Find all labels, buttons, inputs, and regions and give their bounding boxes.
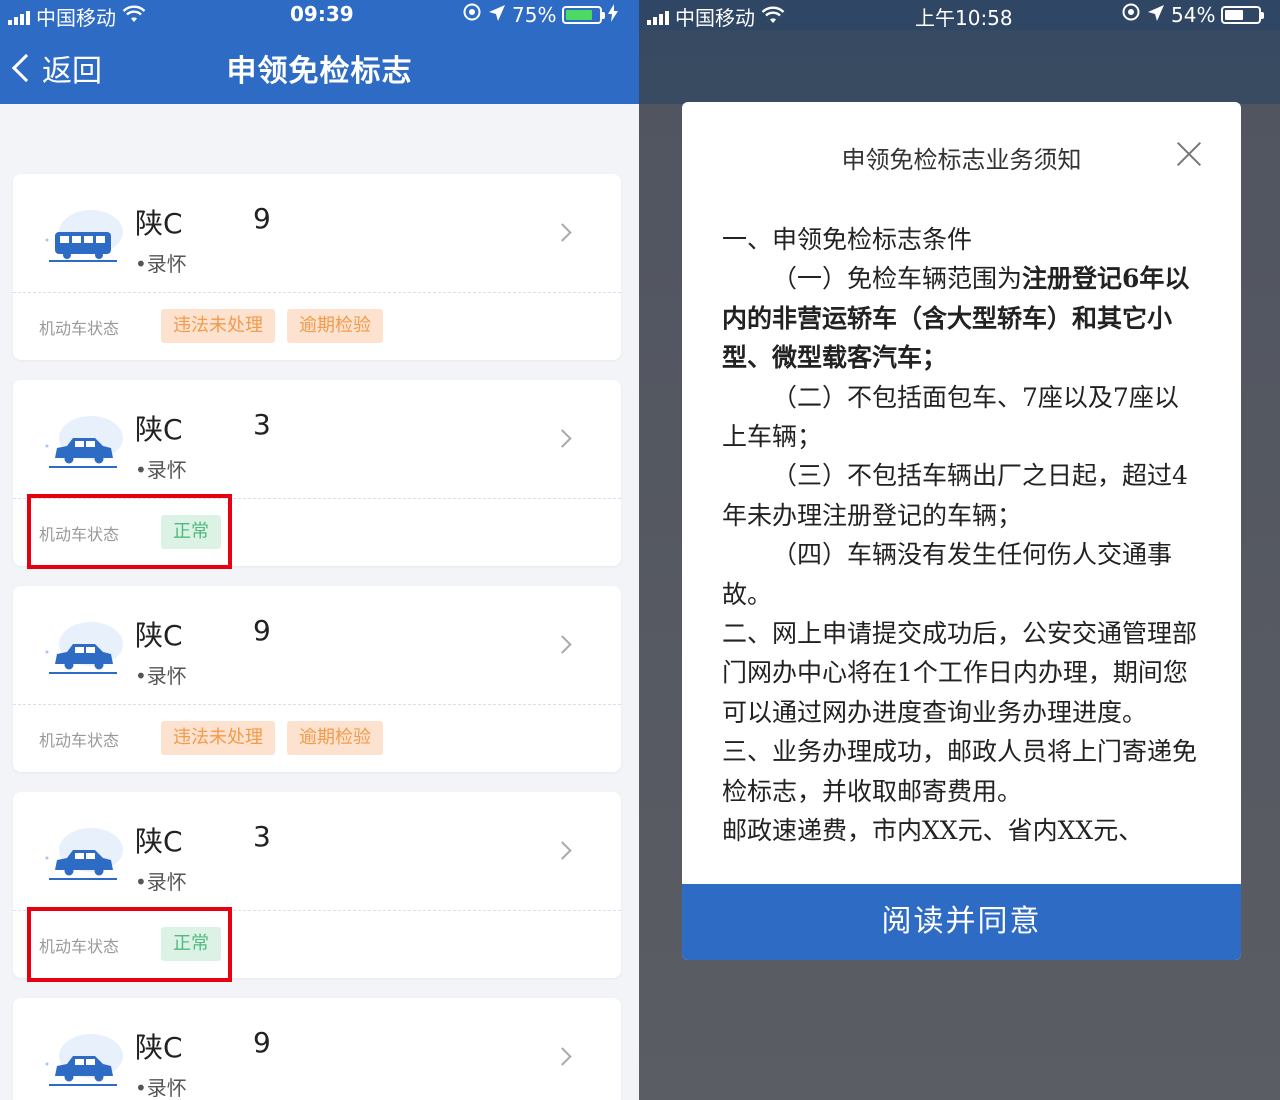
- battery-icon: [562, 5, 606, 24]
- status-bar: 中国移动 上午10:58 54%: [639, 0, 1280, 30]
- vehicle-card-header[interactable]: 陕C 3 •录怀: [13, 792, 621, 910]
- vehicle-card-header[interactable]: 陕C 3 •录怀: [13, 380, 621, 498]
- condition-item-1: （一）免检车辆范围为注册登记6年以内的非营运轿车（含大型轿车）和其它小型、微型载…: [722, 264, 1190, 373]
- clock: 09:39: [290, 2, 354, 26]
- signal-icon: [647, 9, 669, 25]
- plate-number: 陕C 9: [135, 614, 271, 652]
- section-2-text: 二、网上申请提交成功后，公安交通管理部门网办中心将在1个工作日内办理，期间您可以…: [722, 619, 1198, 727]
- status-label: 机动车状态: [39, 319, 120, 338]
- chevron-right-icon: [553, 429, 572, 448]
- notice-modal: 申领免检标志业务须知 一、申领免检标志条件 （一）免检车辆范围为注册登记6年以内…: [682, 102, 1241, 960]
- chevron-right-icon: [553, 635, 572, 654]
- battery-fill: [566, 9, 593, 20]
- plate-number: 陕C 9: [135, 1026, 271, 1064]
- battery-percent: 54%: [1171, 2, 1216, 27]
- condition-item-2: （二）不包括面包车、7座以及7座以上车辆；: [722, 382, 1179, 452]
- left-screen: 中国移动 09:39 75% 返回 申领免检标志 陕C 9 •录怀 机动车状态 …: [0, 0, 639, 1100]
- car-icon: [45, 828, 123, 880]
- highlight-box: [27, 907, 232, 982]
- plate-number: 陕C 3: [135, 408, 271, 446]
- battery-fill: [1225, 9, 1244, 20]
- signal-icon: [8, 9, 30, 25]
- owner-name: •录怀: [135, 252, 187, 276]
- owner-name: •录怀: [135, 1076, 187, 1100]
- vehicle-card: 陕C 9 •录怀 机动车状态 违法未处理 逾期检验: [13, 174, 621, 360]
- owner-name: •录怀: [135, 870, 187, 894]
- vehicle-status-row: 机动车状态 违法未处理 逾期检验: [13, 705, 621, 771]
- condition-item-3: （三）不包括车辆出厂之日起，超过4年未办理注册登记的车辆；: [722, 461, 1188, 530]
- vehicle-card: 陕C 9 •录怀: [13, 998, 621, 1100]
- chevron-right-icon: [553, 1047, 572, 1066]
- section-heading: 一、申领免检标志条件: [722, 225, 973, 254]
- vehicle-status-row: 机动车状态 违法未处理 逾期检验: [13, 293, 621, 359]
- car-icon: [45, 622, 123, 674]
- lock-rotation-icon: [462, 2, 482, 27]
- chevron-right-icon: [553, 223, 572, 242]
- wifi-icon: [761, 5, 785, 29]
- owner-name: •录怀: [135, 458, 187, 482]
- carrier-label: 中国移动: [675, 6, 755, 30]
- bus-icon: [45, 210, 123, 262]
- dimmed-nav-bar: [639, 30, 1280, 104]
- status-badge-overdue: 逾期检验: [287, 309, 383, 343]
- charging-icon: [608, 3, 619, 27]
- car-icon: [45, 1034, 123, 1086]
- location-icon: [1147, 3, 1165, 27]
- car-icon: [45, 416, 123, 468]
- nav-bar: 返回 申领免检标志: [0, 30, 639, 104]
- vehicle-card-header[interactable]: 陕C 9 •录怀: [13, 998, 621, 1100]
- right-screen: 中国移动 上午10:58 54% 申领免检标志业务须知 一、申领免检标志条件 （…: [639, 0, 1280, 1100]
- battery-percent: 75%: [512, 2, 557, 27]
- vehicle-card: 陕C 9 •录怀 机动车状态 违法未处理 逾期检验: [13, 586, 621, 772]
- vehicle-card-header[interactable]: 陕C 9 •录怀: [13, 586, 621, 704]
- read-and-agree-button[interactable]: 阅读并同意: [682, 884, 1241, 960]
- wifi-icon: [122, 5, 146, 28]
- chevron-right-icon: [553, 841, 572, 860]
- plate-number: 陕C 3: [135, 820, 271, 858]
- plate-number: 陕C 9: [135, 202, 271, 240]
- close-icon[interactable]: [1175, 140, 1203, 168]
- battery-icon: [1221, 5, 1265, 24]
- status-badge-overdue: 逾期检验: [287, 721, 383, 755]
- clock: 上午10:58: [915, 6, 1013, 30]
- notice-body[interactable]: 一、申领免检标志条件 （一）免检车辆范围为注册登记6年以内的非营运轿车（含大型轿…: [722, 220, 1202, 886]
- status-badge-violation: 违法未处理: [161, 721, 275, 755]
- condition-item-4: （四）车辆没有发生任何伤人交通事故。: [722, 540, 1173, 609]
- section-3-text: 三、业务办理成功，邮政人员将上门寄递免检标志，并收取邮寄费用。: [722, 737, 1198, 806]
- status-badge-violation: 违法未处理: [161, 309, 275, 343]
- carrier-label: 中国移动: [36, 6, 116, 30]
- vehicle-card-header[interactable]: 陕C 9 •录怀: [13, 174, 621, 292]
- lock-rotation-icon: [1121, 2, 1141, 27]
- modal-title: 申领免检标志业务须知: [841, 146, 1082, 174]
- page-title: 申领免检标志: [226, 54, 413, 89]
- postage-text: 邮政速递费，市内XX元、省内XX元、: [722, 816, 1144, 846]
- status-bar: 中国移动 09:39 75%: [0, 0, 639, 30]
- owner-name: •录怀: [135, 664, 187, 688]
- highlight-box: [27, 494, 232, 569]
- location-icon: [488, 3, 506, 27]
- status-label: 机动车状态: [39, 731, 120, 750]
